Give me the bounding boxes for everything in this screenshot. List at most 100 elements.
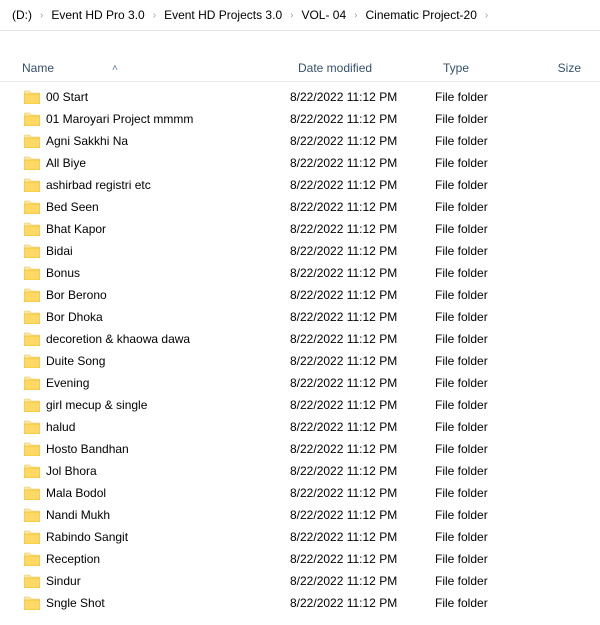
breadcrumb-item[interactable]: Event HD Pro 3.0 [47, 6, 148, 24]
column-header-type-label: Type [443, 61, 469, 75]
file-type-cell: File folder [435, 200, 540, 214]
file-name-cell: Mala Bodol [20, 486, 290, 500]
file-type-cell: File folder [435, 244, 540, 258]
folder-icon [24, 420, 40, 434]
folder-icon [24, 552, 40, 566]
folder-icon [24, 398, 40, 412]
file-date-cell: 8/22/2022 11:12 PM [290, 288, 435, 302]
file-name-label: All Biye [46, 156, 86, 170]
chevron-right-icon[interactable]: › [151, 10, 158, 21]
file-row[interactable]: 01 Maroyari Project mmmm8/22/2022 11:12 … [20, 108, 600, 130]
file-name-label: Sngle Shot [46, 596, 105, 610]
folder-icon [24, 178, 40, 192]
file-date-cell: 8/22/2022 11:12 PM [290, 222, 435, 236]
file-type-cell: File folder [435, 332, 540, 346]
file-type-cell: File folder [435, 530, 540, 544]
file-type-cell: File folder [435, 596, 540, 610]
file-name-label: Bhat Kapor [46, 222, 106, 236]
file-row[interactable]: Sngle Shot8/22/2022 11:12 PMFile folder [20, 592, 600, 614]
file-row[interactable]: Nandi Mukh8/22/2022 11:12 PMFile folder [20, 504, 600, 526]
breadcrumb[interactable]: (D:)›Event HD Pro 3.0›Event HD Projects … [0, 0, 600, 31]
file-type-cell: File folder [435, 574, 540, 588]
file-row[interactable]: 00 Start8/22/2022 11:12 PMFile folder [20, 86, 600, 108]
file-row[interactable]: Rabindo Sangit8/22/2022 11:12 PMFile fol… [20, 526, 600, 548]
file-date-cell: 8/22/2022 11:12 PM [290, 200, 435, 214]
file-name-cell: halud [20, 420, 290, 434]
file-date-cell: 8/22/2022 11:12 PM [290, 354, 435, 368]
column-header-date-label: Date modified [298, 61, 372, 75]
chevron-right-icon[interactable]: › [38, 10, 45, 21]
file-name-cell: Sindur [20, 574, 290, 588]
file-row[interactable]: Sindur8/22/2022 11:12 PMFile folder [20, 570, 600, 592]
file-name-cell: Sngle Shot [20, 596, 290, 610]
file-name-cell: Reception [20, 552, 290, 566]
file-type-cell: File folder [435, 178, 540, 192]
file-row[interactable]: Bor Dhoka8/22/2022 11:12 PMFile folder [20, 306, 600, 328]
file-name-cell: Bor Dhoka [20, 310, 290, 324]
chevron-right-icon[interactable]: › [288, 10, 295, 21]
file-type-cell: File folder [435, 156, 540, 170]
folder-icon [24, 354, 40, 368]
file-name-label: ashirbad registri etc [46, 178, 151, 192]
chevron-right-icon[interactable]: › [483, 10, 490, 21]
file-name-cell: Jol Bhora [20, 464, 290, 478]
file-date-cell: 8/22/2022 11:12 PM [290, 332, 435, 346]
file-date-cell: 8/22/2022 11:12 PM [290, 464, 435, 478]
file-type-cell: File folder [435, 552, 540, 566]
folder-icon [24, 530, 40, 544]
file-name-cell: Bed Seen [20, 200, 290, 214]
file-type-cell: File folder [435, 398, 540, 412]
column-header-date[interactable]: Date modified [290, 55, 435, 81]
column-headers: Name ˄ Date modified Type Size [0, 31, 600, 82]
folder-icon [24, 112, 40, 126]
file-row[interactable]: Jol Bhora8/22/2022 11:12 PMFile folder [20, 460, 600, 482]
breadcrumb-item[interactable]: Event HD Projects 3.0 [160, 6, 286, 24]
file-name-label: Bor Berono [46, 288, 107, 302]
column-header-name-label: Name [22, 61, 54, 75]
file-date-cell: 8/22/2022 11:12 PM [290, 90, 435, 104]
file-list: 00 Start8/22/2022 11:12 PMFile folder01 … [0, 82, 600, 618]
file-name-label: decoretion & khaowa dawa [46, 332, 190, 346]
file-row[interactable]: Hosto Bandhan8/22/2022 11:12 PMFile fold… [20, 438, 600, 460]
file-name-cell: Bidai [20, 244, 290, 258]
file-row[interactable]: Reception8/22/2022 11:12 PMFile folder [20, 548, 600, 570]
folder-icon [24, 244, 40, 258]
column-header-name[interactable]: Name ˄ [0, 55, 290, 81]
file-date-cell: 8/22/2022 11:12 PM [290, 508, 435, 522]
column-header-type[interactable]: Type [435, 55, 540, 81]
file-type-cell: File folder [435, 508, 540, 522]
file-name-label: Jol Bhora [46, 464, 97, 478]
file-row[interactable]: Bonus8/22/2022 11:12 PMFile folder [20, 262, 600, 284]
column-header-size[interactable]: Size [540, 55, 590, 81]
folder-icon [24, 156, 40, 170]
file-type-cell: File folder [435, 486, 540, 500]
file-row[interactable]: Bidai8/22/2022 11:12 PMFile folder [20, 240, 600, 262]
file-row[interactable]: Duite Song8/22/2022 11:12 PMFile folder [20, 350, 600, 372]
file-name-label: Rabindo Sangit [46, 530, 128, 544]
file-name-label: Agni Sakkhi Na [46, 134, 128, 148]
file-type-cell: File folder [435, 288, 540, 302]
breadcrumb-item[interactable]: VOL- 04 [297, 6, 350, 24]
file-row[interactable]: Bhat Kapor 8/22/2022 11:12 PMFile folder [20, 218, 600, 240]
file-name-cell: Bonus [20, 266, 290, 280]
file-name-cell: Evening [20, 376, 290, 390]
file-row[interactable]: ashirbad registri etc8/22/2022 11:12 PMF… [20, 174, 600, 196]
folder-icon [24, 134, 40, 148]
file-row[interactable]: Bor Berono 8/22/2022 11:12 PMFile folder [20, 284, 600, 306]
file-type-cell: File folder [435, 222, 540, 236]
file-row[interactable]: All Biye8/22/2022 11:12 PMFile folder [20, 152, 600, 174]
file-row[interactable]: Evening8/22/2022 11:12 PMFile folder [20, 372, 600, 394]
file-row[interactable]: decoretion & khaowa dawa 8/22/2022 11:12 … [20, 328, 600, 350]
breadcrumb-item[interactable]: Cinematic Project-20 [362, 6, 481, 24]
file-row[interactable]: halud8/22/2022 11:12 PMFile folder [20, 416, 600, 438]
file-row[interactable]: Agni Sakkhi Na8/22/2022 11:12 PMFile fol… [20, 130, 600, 152]
file-row[interactable]: girl mecup & single8/22/2022 11:12 PMFil… [20, 394, 600, 416]
file-row[interactable]: Bed Seen8/22/2022 11:12 PMFile folder [20, 196, 600, 218]
file-row[interactable]: Mala Bodol8/22/2022 11:12 PMFile folder [20, 482, 600, 504]
file-name-label: Mala Bodol [46, 486, 106, 500]
folder-icon [24, 596, 40, 610]
file-name-label: Reception [46, 552, 100, 566]
breadcrumb-item[interactable]: (D:) [8, 6, 36, 24]
chevron-right-icon[interactable]: › [352, 10, 359, 21]
file-name-cell: girl mecup & single [20, 398, 290, 412]
